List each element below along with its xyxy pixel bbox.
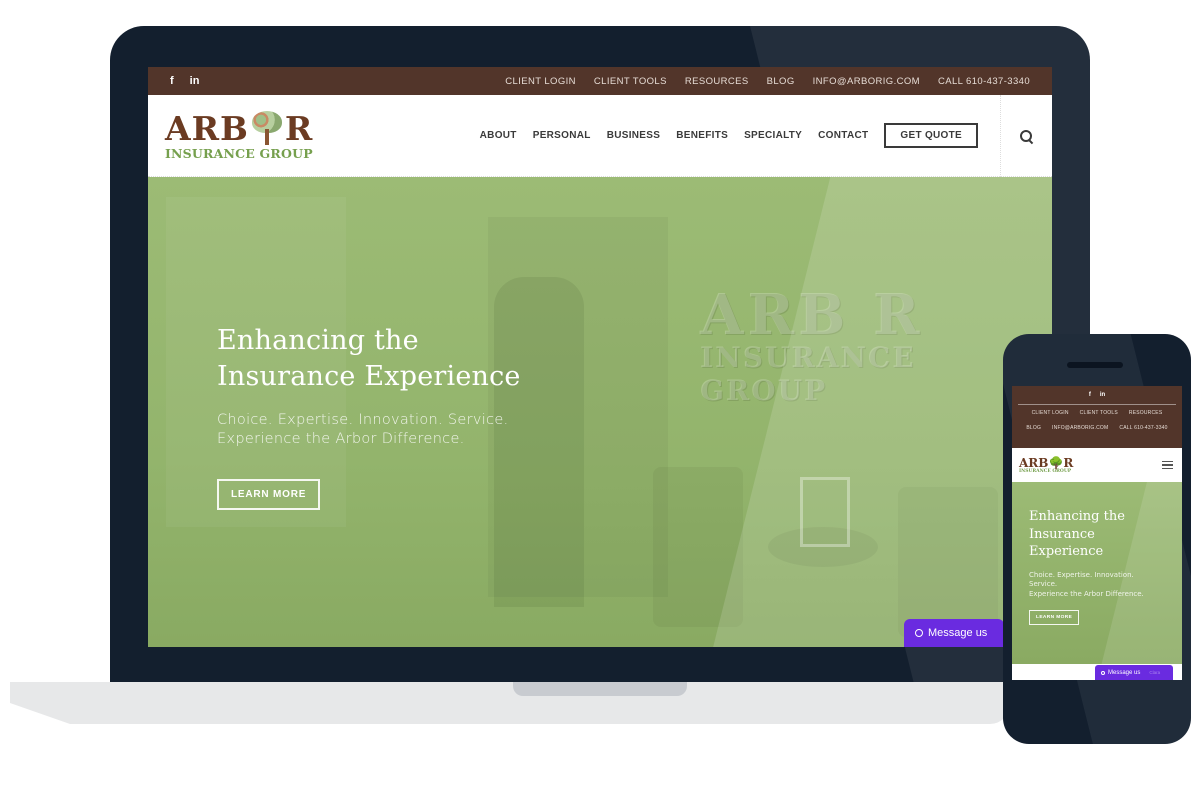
- hero-subtitle: Choice. Expertise. Innovation. Service. …: [217, 411, 521, 449]
- messenger-dim-text: Clara: [1149, 670, 1161, 675]
- desktop-website: f in CLIENT LOGIN CLIENT TOOLS RESOURCES…: [148, 67, 1052, 647]
- linkedin-icon[interactable]: in: [1100, 392, 1105, 398]
- logo-text: ARB🌳R: [1019, 455, 1074, 470]
- linkedin-icon[interactable]: in: [190, 75, 200, 87]
- hero-subtitle-line: Experience the Arbor Difference.: [217, 431, 465, 447]
- nav-personal[interactable]: PERSONAL: [533, 130, 591, 141]
- hero-section: ARB R INSURANCE GROUP Enhancing the Insu…: [148, 177, 1052, 647]
- hero-title-line: Enhancing the: [217, 325, 419, 356]
- nav-about[interactable]: ABOUT: [480, 130, 517, 141]
- utility-links: CLIENT LOGIN CLIENT TOOLS RESOURCES BLOG…: [505, 76, 1030, 87]
- mobile-hero-content: Enhancing the Insurance Experience Choic…: [1029, 508, 1164, 625]
- messenger-icon: [915, 629, 923, 637]
- mobile-social-links: f in: [1012, 392, 1182, 398]
- get-quote-button[interactable]: GET QUOTE: [884, 123, 978, 148]
- hero-title-line: Experience: [1029, 544, 1104, 559]
- mobile-hero-subtitle: Choice. Expertise. Innovation. Service. …: [1029, 571, 1164, 600]
- phone-link[interactable]: CALL 610-437-3340: [1119, 425, 1167, 431]
- mobile-utility-links: CLIENT LOGIN CLIENT TOOLS RESOURCES BLOG…: [1012, 410, 1182, 431]
- mobile-website: f in CLIENT LOGIN CLIENT TOOLS RESOURCES…: [1012, 386, 1182, 680]
- nav-specialty[interactable]: SPECIALTY: [744, 130, 802, 141]
- learn-more-button[interactable]: LEARN MORE: [1029, 610, 1080, 625]
- message-us-label: Message us: [1108, 669, 1141, 676]
- nav-business[interactable]: BUSINESS: [607, 130, 661, 141]
- message-us-button[interactable]: Message us Clara: [1095, 665, 1173, 680]
- tree-icon: [250, 110, 284, 145]
- hero-title-line: Insurance: [1029, 526, 1095, 542]
- laptop-notch: [513, 682, 687, 696]
- phone-speaker: [1067, 362, 1123, 368]
- device-mockup: f in CLIENT LOGIN CLIENT TOOLS RESOURCES…: [0, 0, 1200, 800]
- divider: [1018, 404, 1176, 405]
- client-login-link[interactable]: CLIENT LOGIN: [1032, 410, 1069, 416]
- mobile-hero-title: Enhancing the Insurance Experience: [1029, 508, 1164, 561]
- main-nav: ABOUT PERSONAL BUSINESS BENEFITS SPECIAL…: [480, 123, 978, 148]
- hero-subtitle-line: Choice. Expertise. Innovation.: [1029, 570, 1134, 579]
- phone-link[interactable]: CALL 610-437-3340: [938, 76, 1030, 87]
- client-tools-link[interactable]: CLIENT TOOLS: [1080, 410, 1118, 416]
- email-link[interactable]: INFO@ARBORIG.COM: [813, 76, 920, 87]
- search-icon: [1020, 129, 1033, 143]
- hero-subtitle-line: Choice. Expertise. Innovation. Service.: [217, 412, 509, 428]
- client-login-link[interactable]: CLIENT LOGIN: [505, 76, 576, 87]
- facebook-icon[interactable]: f: [1089, 392, 1091, 398]
- logo-text-right: R: [284, 108, 314, 148]
- hero-content: Enhancing the Insurance Experience Choic…: [217, 323, 521, 510]
- message-us-label: Message us: [928, 627, 988, 639]
- learn-more-button[interactable]: LEARN MORE: [217, 479, 321, 510]
- facebook-icon[interactable]: f: [170, 75, 174, 87]
- search-button[interactable]: [1000, 95, 1052, 177]
- logo-subtitle: INSURANCE GROUP: [165, 145, 313, 161]
- mobile-header: ARB🌳R INSURANCE GROUP: [1012, 448, 1182, 482]
- hero-title-line: Enhancing the: [1029, 509, 1125, 524]
- arbor-logo[interactable]: ARB R INSURANCE GROUP: [165, 108, 325, 161]
- nav-contact[interactable]: CONTACT: [818, 130, 868, 141]
- utility-bar: f in CLIENT LOGIN CLIENT TOOLS RESOURCES…: [148, 67, 1052, 95]
- site-header: ARB R INSURANCE GROUP ABOUT PERSONAL BUS…: [148, 95, 1052, 177]
- hero-subtitle-line: Experience the Arbor Difference.: [1029, 589, 1144, 598]
- blog-link[interactable]: BLOG: [767, 76, 795, 87]
- logo-text-left: ARB: [165, 108, 249, 148]
- hamburger-menu-icon[interactable]: [1162, 461, 1173, 469]
- client-tools-link[interactable]: CLIENT TOOLS: [594, 76, 667, 87]
- nav-benefits[interactable]: BENEFITS: [676, 130, 728, 141]
- hero-subtitle-line: Service.: [1029, 580, 1058, 588]
- screen-glare: [703, 177, 1052, 647]
- blog-link[interactable]: BLOG: [1026, 425, 1041, 431]
- arbor-logo[interactable]: ARB🌳R INSURANCE GROUP: [1019, 457, 1073, 474]
- messenger-icon: [1101, 670, 1105, 675]
- phone-frame: f in CLIENT LOGIN CLIENT TOOLS RESOURCES…: [1003, 334, 1191, 744]
- message-us-button[interactable]: Message us: [904, 619, 1004, 647]
- resources-link[interactable]: RESOURCES: [685, 76, 749, 87]
- resources-link[interactable]: RESOURCES: [1129, 410, 1162, 416]
- mobile-hero: Enhancing the Insurance Experience Choic…: [1012, 482, 1182, 664]
- mobile-utility-bar: f in CLIENT LOGIN CLIENT TOOLS RESOURCES…: [1012, 386, 1182, 448]
- hero-title-line: Insurance Experience: [217, 361, 521, 392]
- logo-subtitle: INSURANCE GROUP: [1019, 468, 1072, 474]
- hero-title: Enhancing the Insurance Experience: [217, 323, 521, 395]
- email-link[interactable]: INFO@ARBORIG.COM: [1052, 425, 1108, 431]
- laptop-base: [10, 682, 1010, 724]
- social-links: f in: [170, 75, 199, 87]
